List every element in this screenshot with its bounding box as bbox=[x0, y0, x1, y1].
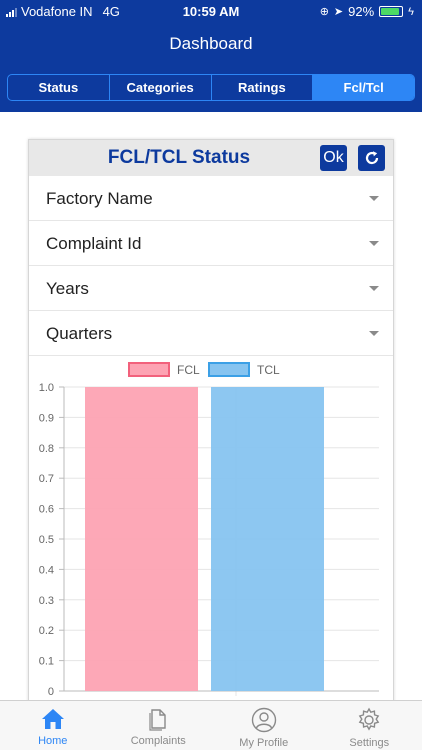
y-tick-label: 0.7 bbox=[39, 473, 54, 485]
quarters-dropdown[interactable]: Quarters bbox=[29, 311, 393, 356]
factory-name-dropdown[interactable]: Factory Name bbox=[29, 176, 393, 221]
tab-label: My Profile bbox=[239, 737, 289, 749]
battery-icon bbox=[379, 6, 404, 17]
document-icon bbox=[149, 709, 166, 731]
lock-rotation-icon: ⊕ bbox=[319, 6, 329, 18]
home-icon bbox=[41, 709, 64, 729]
ok-button[interactable]: Ok bbox=[320, 145, 347, 171]
dropdown-label: Factory Name bbox=[46, 189, 153, 208]
page-title: Dashboard bbox=[169, 34, 253, 53]
status-right: ⊕ ➤ 92% ϟ bbox=[320, 4, 414, 19]
segment-control: Status Categories Ratings Fcl/Tcl bbox=[7, 74, 415, 101]
y-tick-label: 0.2 bbox=[39, 625, 54, 637]
legend-label-fcl: FCL bbox=[177, 363, 200, 377]
years-dropdown[interactable]: Years bbox=[29, 266, 393, 311]
nav-bar: Dashboard Status Categories Ratings Fcl/… bbox=[0, 22, 422, 112]
y-tick-label: 0.8 bbox=[39, 443, 54, 455]
complaint-id-dropdown[interactable]: Complaint Id bbox=[29, 221, 393, 266]
refresh-button[interactable] bbox=[358, 145, 385, 171]
y-tick-label: 0.9 bbox=[39, 412, 54, 424]
y-tick-label: 0.5 bbox=[39, 534, 54, 546]
tab-label: Home bbox=[38, 735, 68, 747]
card-title: FCL/TCL Status bbox=[107, 147, 251, 168]
fcl-tcl-chart: FCL TCL 0 0.1 0.2 0.3 0.4 0.5 0.6 0.7 0.8 0.9 1.0 bbox=[39, 362, 379, 698]
chevron-down-icon bbox=[369, 286, 379, 291]
y-tick-label: 0.6 bbox=[39, 504, 54, 516]
fcl-tcl-card: FCL/TCL Status Ok Factory Name Complaint… bbox=[28, 139, 394, 714]
dropdown-label: Quarters bbox=[46, 324, 113, 343]
legend-swatch-tcl bbox=[208, 362, 250, 377]
y-tick-label: 0.4 bbox=[39, 564, 54, 576]
tab-bar: Home Complaints My Profile Settings bbox=[0, 700, 422, 750]
y-tick-label: 0.1 bbox=[39, 656, 54, 668]
tab-label: Complaints bbox=[130, 735, 186, 747]
tab-status[interactable]: Status bbox=[8, 75, 110, 100]
chevron-down-icon bbox=[369, 241, 379, 246]
chevron-down-icon bbox=[369, 196, 379, 201]
tab-my-profile[interactable]: My Profile bbox=[211, 701, 317, 750]
legend-label-tcl: TCL bbox=[257, 363, 280, 377]
y-tick-label: 0 bbox=[48, 686, 54, 698]
location-icon: ➤ bbox=[333, 6, 344, 18]
charging-icon: ϟ bbox=[408, 5, 414, 18]
bar-fcl bbox=[85, 387, 198, 691]
profile-icon bbox=[251, 707, 276, 733]
battery-percent: 92% bbox=[348, 4, 375, 19]
bar-tcl bbox=[211, 387, 324, 691]
legend-swatch-fcl bbox=[128, 362, 170, 377]
chevron-down-icon bbox=[369, 331, 379, 336]
tab-categories[interactable]: Categories bbox=[110, 75, 212, 100]
y-tick-label: 1.0 bbox=[39, 382, 54, 394]
dropdown-label: Years bbox=[46, 279, 89, 298]
y-tick-label: 0.3 bbox=[39, 595, 54, 607]
dropdown-label: Complaint Id bbox=[46, 234, 142, 253]
tab-home[interactable]: Home bbox=[0, 701, 106, 750]
tab-complaints[interactable]: Complaints bbox=[106, 701, 212, 750]
tab-settings[interactable]: Settings bbox=[317, 701, 422, 750]
refresh-icon bbox=[365, 151, 378, 165]
status-bar: Vodafone IN 4G 10:59 AM ⊕ ➤ 92% ϟ bbox=[0, 0, 422, 22]
card-header: FCL/TCL Status Ok bbox=[29, 140, 393, 176]
gear-icon bbox=[358, 707, 380, 731]
tab-ratings[interactable]: Ratings bbox=[212, 75, 314, 100]
tab-fcl-tcl[interactable]: Fcl/Tcl bbox=[313, 75, 414, 100]
tab-label: Settings bbox=[349, 737, 390, 749]
